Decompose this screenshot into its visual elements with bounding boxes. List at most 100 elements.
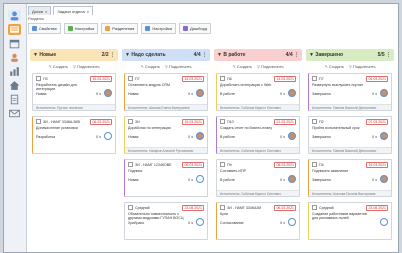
avatar[interactable] bbox=[196, 89, 204, 97]
card-checkbox[interactable] bbox=[128, 76, 133, 81]
card-title: Подписи bbox=[128, 169, 143, 173]
task-card[interactable]: П2 07.03.2021 Пройти испытательный срок Зав… bbox=[308, 116, 392, 154]
tab-boards[interactable]: Доски × bbox=[28, 6, 52, 15]
create-button[interactable]: ✎ Создать bbox=[140, 64, 160, 69]
avatar[interactable] bbox=[288, 175, 296, 183]
close-icon[interactable]: × bbox=[45, 9, 47, 14]
task-card[interactable]: Средний 23.08.2021 Создание работников вар… bbox=[308, 202, 392, 240]
task-card[interactable]: П4 15.03.2021 Подписать заявление Завершено… bbox=[308, 159, 392, 197]
tab-label: Задачи отдела bbox=[57, 8, 85, 14]
card-id-row: П9 bbox=[220, 162, 232, 167]
column-title: ▼ Новые bbox=[33, 52, 57, 58]
button-label: Настройка bbox=[74, 26, 95, 31]
connect-button[interactable]: ⚲ Подключить bbox=[349, 64, 376, 69]
dashboard-button[interactable]: Дашборд bbox=[178, 23, 212, 34]
card-checkbox[interactable] bbox=[220, 119, 225, 124]
avatar[interactable] bbox=[196, 175, 204, 183]
task-card[interactable]: П10 21.03.2021 Создать отчет по бизнес-пла… bbox=[216, 116, 300, 154]
tasks-icon[interactable] bbox=[8, 24, 21, 35]
create-button[interactable]: ✎ Создать bbox=[324, 64, 344, 69]
create-icon: ✎ bbox=[232, 64, 236, 69]
card-checkbox[interactable] bbox=[220, 205, 225, 210]
card-checkbox[interactable] bbox=[312, 162, 317, 167]
connect-button[interactable]: ⚲ Подключить bbox=[257, 64, 284, 69]
column-actions: ✎ Создать ⚲ Подключить bbox=[30, 61, 118, 72]
card-checkbox[interactable] bbox=[128, 205, 133, 210]
mail-icon[interactable] bbox=[8, 108, 21, 119]
create-button[interactable]: ✎ Создать bbox=[232, 64, 252, 69]
options-button[interactable]: Настройки bbox=[141, 23, 176, 34]
avatar[interactable] bbox=[288, 89, 296, 97]
column-header[interactable]: ▼ Завершено 5/5 ⋮ bbox=[306, 49, 394, 61]
avatar[interactable] bbox=[380, 175, 388, 183]
calendar-icon[interactable] bbox=[8, 38, 21, 49]
avatar[interactable] bbox=[196, 132, 204, 140]
avatar[interactable] bbox=[380, 218, 388, 226]
chart-icon[interactable] bbox=[8, 66, 21, 77]
settings-button[interactable]: Настройка bbox=[63, 23, 99, 34]
card-hours: 0 ч bbox=[280, 178, 285, 182]
home-icon[interactable] bbox=[8, 80, 21, 91]
avatar[interactable] bbox=[380, 132, 388, 140]
column-header[interactable]: ▼ В работе 4/4 ⋮ bbox=[214, 49, 302, 61]
card-id: Средний bbox=[135, 205, 150, 210]
card-status: Хрибрасо bbox=[128, 221, 145, 225]
card-due-date: 23.08.2021 bbox=[366, 205, 388, 211]
connect-button[interactable]: ⚲ Подключить bbox=[165, 64, 192, 69]
kanban-column: ▼ Новые 2/2 ⋮ ✎ Создать ⚲ Подключить П3 15.03.2… bbox=[30, 49, 118, 252]
avatar[interactable] bbox=[104, 89, 112, 97]
avatar[interactable] bbox=[196, 218, 204, 226]
card-checkbox[interactable] bbox=[312, 119, 317, 124]
task-card[interactable]: П7 04.03.2021 Развернуть выслушать портал З… bbox=[308, 73, 392, 111]
task-card[interactable]: ЗИ 15.03.2021 Доработки по интеграции Новая… bbox=[124, 116, 208, 154]
column-header[interactable]: ▼ Новые 2/2 ⋮ bbox=[30, 49, 118, 61]
task-card[interactable]: П7 14.03.2021 Остановить модуль CRM Новая 0 … bbox=[124, 73, 208, 111]
task-card[interactable]: ЗИ - НАМГ 3348А-5КВ 06.03.2021 Доначислени… bbox=[32, 116, 116, 154]
task-card[interactable]: ЗИ - НАМГ 334КАЗИ 06.03.2021 Куни Согласова… bbox=[216, 202, 300, 240]
card-checkbox[interactable] bbox=[312, 205, 317, 210]
avatar[interactable] bbox=[288, 218, 296, 226]
card-assignee: Исполнитель: Назаров Алексей Русланович bbox=[125, 147, 207, 153]
avatar[interactable] bbox=[380, 89, 388, 97]
properties-button[interactable]: Свойства bbox=[28, 23, 61, 34]
tab-department-tasks[interactable]: Задачи отдела × bbox=[53, 6, 94, 15]
card-assignee: Исполнитель: Павлов Василий Дениснович bbox=[309, 147, 391, 153]
card-checkbox[interactable] bbox=[220, 76, 225, 81]
card-due-date: 08.03.2021 bbox=[274, 162, 296, 168]
button-label: Разделения bbox=[112, 26, 135, 31]
user-icon[interactable] bbox=[8, 10, 21, 21]
avatar[interactable] bbox=[288, 132, 296, 140]
card-checkbox[interactable] bbox=[312, 76, 317, 81]
task-card[interactable]: П9 08.03.2021 Составить ИПР В работе 0 ч Испо… bbox=[216, 159, 300, 197]
card-id-row: П4 bbox=[312, 162, 324, 167]
column-count: 2/2 ⋮ bbox=[101, 52, 115, 58]
task-card[interactable]: Средний 23.08.2021 Обязательно совместимос… bbox=[124, 202, 208, 240]
card-title: Подписать заявление bbox=[312, 169, 349, 173]
contacts-icon[interactable] bbox=[8, 52, 21, 63]
task-card[interactable]: П3 15.03.2021 Разработать дизайн для интег… bbox=[32, 73, 116, 111]
close-icon[interactable]: × bbox=[87, 9, 89, 14]
card-title: Куни bbox=[220, 212, 228, 216]
task-card[interactable]: ЗИ - НАМГ 1234КОВЕ 06.03.2021 Подписи Новая… bbox=[124, 159, 208, 197]
card-checkbox[interactable] bbox=[128, 162, 133, 167]
create-button[interactable]: ✎ Создать bbox=[48, 64, 68, 69]
card-title: Доработать интеграцию с Web bbox=[220, 83, 272, 87]
card-checkbox[interactable] bbox=[128, 119, 133, 124]
card-checkbox[interactable] bbox=[36, 119, 41, 124]
task-card[interactable]: П8 14.03.2021 Доработать интеграцию с Web В… bbox=[216, 73, 300, 111]
column-actions: ✎ Создать ⚲ Подключить bbox=[122, 61, 210, 72]
card-assignee: Исполнитель: Павлов Василий Дениснович bbox=[309, 104, 391, 110]
documents-icon[interactable] bbox=[8, 94, 21, 105]
dashboard-icon bbox=[182, 26, 188, 31]
sections-button[interactable]: Разделения bbox=[101, 23, 139, 34]
card-checkbox[interactable] bbox=[220, 162, 225, 167]
card-checkbox[interactable] bbox=[36, 76, 41, 81]
kanban-column: ▼ Надо сделать 4/4 ⋮ ✎ Создать ⚲ Подключить П7… bbox=[122, 49, 210, 252]
card-id: ЗИ - НАМГ 334КАЗИ bbox=[227, 205, 262, 210]
column-header[interactable]: ▼ Надо сделать 4/4 ⋮ bbox=[122, 49, 210, 61]
avatar[interactable] bbox=[104, 132, 112, 140]
card-due-date: 06.03.2021 bbox=[90, 119, 112, 125]
connect-button[interactable]: ⚲ Подключить bbox=[73, 64, 100, 69]
card-id-row: П7 bbox=[312, 76, 324, 81]
action-label: Создать bbox=[328, 64, 344, 69]
